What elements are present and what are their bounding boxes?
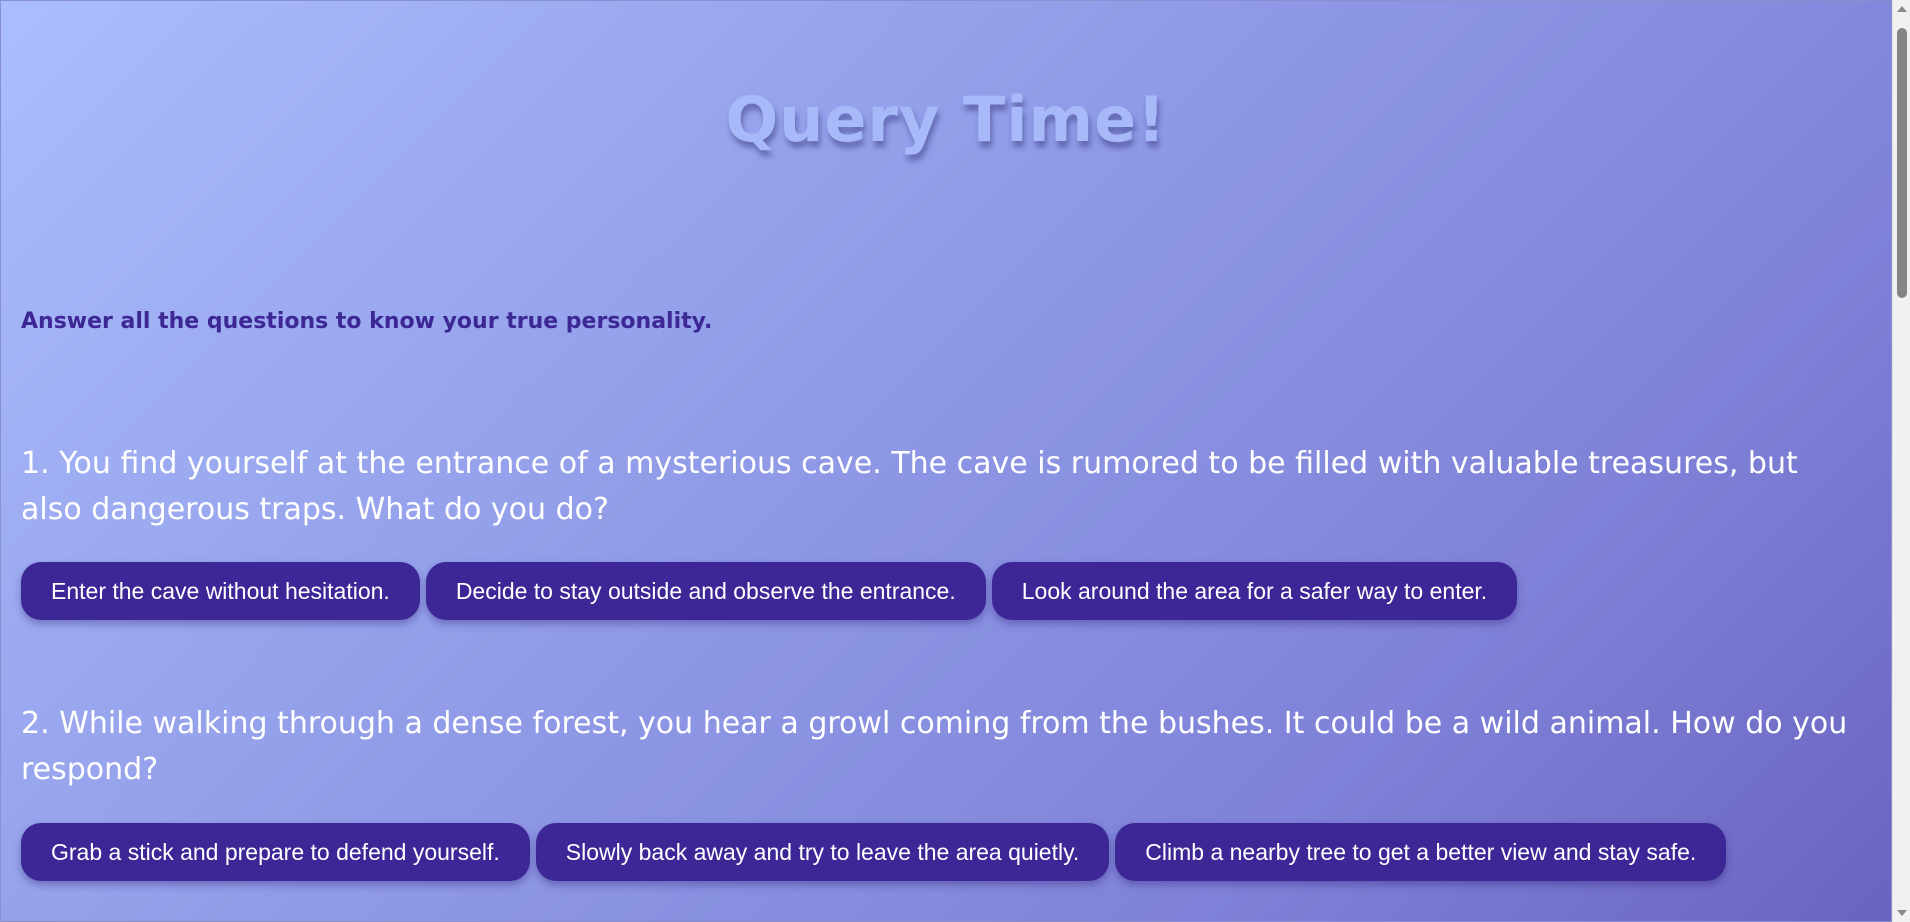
question-2-options: Grab a stick and prepare to defend yours… [21, 823, 1727, 881]
q1-option-2-button[interactable]: Decide to stay outside and observe the e… [425, 562, 986, 620]
question-2-text: 2. While walking through a dense forest,… [21, 706, 1848, 787]
q1-option-1-button[interactable]: Enter the cave without hesitation. [21, 562, 420, 620]
q2-option-1-button[interactable]: Grab a stick and prepare to defend yours… [21, 823, 530, 881]
scrollbar-thumb[interactable] [1897, 28, 1907, 298]
question-1-options: Enter the cave without hesitation. Decid… [21, 562, 1518, 620]
scroll-up-arrow-icon[interactable] [1897, 6, 1907, 12]
vertical-scrollbar[interactable] [1892, 0, 1910, 922]
quiz-page: Query Time! Answer all the questions to … [0, 0, 1892, 922]
page-title: Query Time! [725, 83, 1167, 156]
scroll-down-arrow-icon[interactable] [1897, 910, 1907, 916]
q1-option-3-button[interactable]: Look around the area for a safer way to … [991, 562, 1518, 620]
q2-option-3-button[interactable]: Climb a nearby tree to get a better view… [1115, 823, 1727, 881]
question-1-text: 1. You find yourself at the entrance of … [21, 446, 1798, 527]
page-subtitle: Answer all the questions to know your tr… [21, 309, 713, 334]
q2-option-2-button[interactable]: Slowly back away and try to leave the ar… [535, 823, 1110, 881]
